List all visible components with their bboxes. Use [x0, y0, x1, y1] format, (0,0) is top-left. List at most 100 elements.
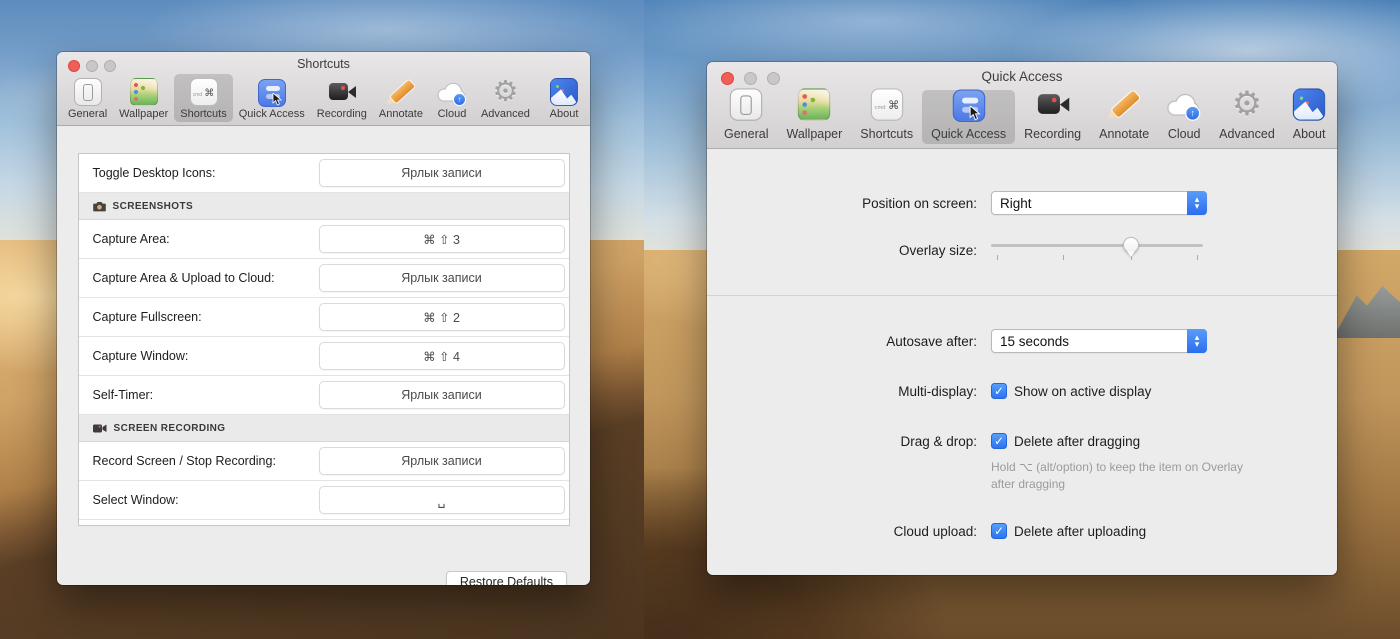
shortcut-row: Toggle Desktop Icons: Ярлык записи: [79, 154, 569, 193]
quick-access-icon: [952, 90, 984, 122]
section-divider: [707, 295, 1337, 296]
gear-icon: ⚙: [1230, 87, 1265, 122]
close-button[interactable]: [721, 72, 734, 85]
traffic-lights: [721, 72, 780, 85]
upload-arrow-icon: ↑: [1185, 106, 1200, 121]
shortcut-label: Capture Area & Upload to Cloud:: [93, 271, 319, 285]
titlebar: Shortcuts General Wallpaper cmd⌘ Shortcu…: [57, 52, 590, 126]
shortcut-label: Select Window:: [93, 493, 319, 507]
autosave-row: Autosave after: 15 seconds ▴ ▾: [727, 329, 1317, 353]
restore-defaults-button[interactable]: Restore Defaults: [446, 571, 567, 585]
overlay-size-row: Overlay size:: [727, 235, 1317, 265]
position-row: Position on screen: Right ▴ ▾: [727, 191, 1317, 215]
quick-access-icon: [258, 79, 286, 107]
shortcut-row: Capture Area: ⌘ ⇧ 3: [79, 220, 569, 259]
shortcut-label: Capture Area:: [93, 232, 319, 246]
toolbar-item-recording[interactable]: Recording: [311, 74, 373, 122]
toolbar-item-annotate[interactable]: Annotate: [373, 74, 429, 122]
section-header-screenshots: SCREENSHOTS: [79, 193, 569, 220]
toolbar-item-general[interactable]: General: [62, 74, 113, 122]
titlebar: Quick Access General Wallpaper cmd⌘ Shor…: [707, 62, 1337, 149]
autosave-label: Autosave after:: [727, 334, 977, 349]
shortcut-recorder-button[interactable]: Ярлык записи: [319, 159, 565, 187]
recording-icon: [327, 77, 357, 107]
slider-thumb[interactable]: [1123, 237, 1139, 253]
multi-display-option: Show on active display: [1014, 384, 1151, 399]
toolbar-item-wallpaper[interactable]: Wallpaper: [777, 88, 851, 144]
check-icon: ✓: [994, 384, 1004, 398]
toolbar-item-general[interactable]: General: [715, 88, 777, 144]
shortcut-recorder-button[interactable]: ⌘ ⇧ 2: [319, 303, 565, 331]
toolbar-item-about[interactable]: About: [1284, 88, 1335, 144]
toolbar-item-cloud[interactable]: ↑ Cloud: [429, 74, 475, 122]
toolbar-item-shortcuts[interactable]: cmd⌘ Shortcuts: [851, 88, 922, 144]
toolbar-item-advanced[interactable]: ⚙ Advanced: [1210, 88, 1284, 144]
toolbar-item-quick-access[interactable]: Quick Access: [233, 76, 311, 122]
preferences-toolbar: General Wallpaper cmd⌘ Shortcuts Quick A…: [57, 71, 590, 125]
shortcut-row: Capture Window: ⌘ ⇧ 4: [79, 337, 569, 376]
cloud-upload-option: Delete after uploading: [1014, 524, 1146, 539]
zoom-button[interactable]: [767, 72, 780, 85]
stepper-icon: ▴ ▾: [1187, 329, 1207, 353]
cursor-arrow-icon: [272, 93, 284, 106]
preferences-toolbar: General Wallpaper cmd⌘ Shortcuts Quick A…: [707, 84, 1337, 148]
cloud-upload-row: Cloud upload: ✓ Delete after uploading: [727, 523, 1317, 539]
shortcuts-icon: cmd⌘: [189, 77, 219, 107]
overlay-size-slider[interactable]: [991, 235, 1203, 265]
toolbar-item-advanced[interactable]: ⚙ Advanced: [475, 74, 536, 122]
shortcut-recorder-button[interactable]: Ярлык записи: [319, 447, 565, 475]
toolbar-item-cloud[interactable]: ↑ Cloud: [1158, 88, 1210, 144]
shortcut-row: Select Window: ␣: [79, 481, 569, 520]
about-app-icon: [1292, 87, 1327, 122]
quick-access-window: Quick Access General Wallpaper cmd⌘ Shor…: [707, 62, 1337, 575]
window-title: Quick Access: [707, 62, 1337, 84]
close-button[interactable]: [68, 60, 80, 72]
recording-icon: [1035, 87, 1070, 122]
stepper-icon: ▴ ▾: [1187, 191, 1207, 215]
toolbar-item-about[interactable]: About: [543, 74, 585, 122]
shortcut-label: Self-Timer:: [93, 388, 319, 402]
zoom-button[interactable]: [104, 60, 116, 72]
section-header-screen-recording: SCREEN RECORDING: [79, 415, 569, 442]
shortcut-row: Capture Fullscreen: ⌘ ⇧ 2: [79, 298, 569, 337]
shortcut-recorder-button[interactable]: Ярлык записи: [319, 264, 565, 292]
shortcut-label: Record Screen / Stop Recording:: [93, 454, 319, 468]
minimize-button[interactable]: [86, 60, 98, 72]
drag-drop-row: Drag & drop: ✓ Delete after dragging: [727, 433, 1317, 449]
shortcut-row: Capture Area & Upload to Cloud: Ярлык за…: [79, 259, 569, 298]
shortcut-row: Self-Timer: Ярлык записи: [79, 376, 569, 415]
shortcut-recorder-button[interactable]: Ярлык записи: [319, 381, 565, 409]
drag-drop-checkbox[interactable]: ✓: [991, 433, 1007, 449]
wallpaper-icon: [797, 87, 832, 122]
pencil-icon: [386, 77, 416, 107]
toolbar-item-wallpaper[interactable]: Wallpaper: [113, 74, 174, 122]
upload-arrow-icon: ↑: [453, 93, 466, 106]
chevron-down-icon: ▾: [1195, 341, 1200, 348]
quick-access-content: Position on screen: Right ▴ ▾ Overlay si…: [707, 149, 1337, 575]
toolbar-item-quick-access[interactable]: Quick Access: [922, 90, 1015, 144]
cloud-upload-label: Cloud upload:: [727, 524, 977, 539]
shortcut-recorder-button[interactable]: ⌘ ⇧ 4: [319, 342, 565, 370]
toolbar-item-shortcuts[interactable]: cmd⌘ Shortcuts: [174, 74, 232, 122]
slider-track[interactable]: [991, 244, 1203, 247]
drag-drop-hint: Hold ⌥ (alt/option) to keep the item on …: [991, 459, 1253, 493]
autosave-select[interactable]: 15 seconds ▴ ▾: [991, 329, 1207, 353]
shortcuts-list: Toggle Desktop Icons: Ярлык записи SCREE…: [78, 153, 570, 526]
multi-display-label: Multi-display:: [727, 384, 977, 399]
multi-display-checkbox[interactable]: ✓: [991, 383, 1007, 399]
minimize-button[interactable]: [744, 72, 757, 85]
toolbar-item-annotate[interactable]: Annotate: [1090, 88, 1158, 144]
overlay-size-label: Overlay size:: [727, 243, 977, 258]
toolbar-item-recording[interactable]: Recording: [1015, 88, 1090, 144]
shortcut-label: Capture Fullscreen:: [93, 310, 319, 324]
camcorder-icon: [93, 423, 107, 434]
general-icon: [73, 77, 103, 107]
cloud-upload-checkbox[interactable]: ✓: [991, 523, 1007, 539]
shortcuts-icon: cmd⌘: [869, 87, 904, 122]
position-select[interactable]: Right ▴ ▾: [991, 191, 1207, 215]
shortcut-recorder-button[interactable]: ⌘ ⇧ 3: [319, 225, 565, 253]
position-label: Position on screen:: [727, 196, 977, 211]
multi-display-row: Multi-display: ✓ Show on active display: [727, 383, 1317, 399]
general-icon: [729, 87, 764, 122]
shortcut-recorder-button[interactable]: ␣: [319, 486, 565, 514]
